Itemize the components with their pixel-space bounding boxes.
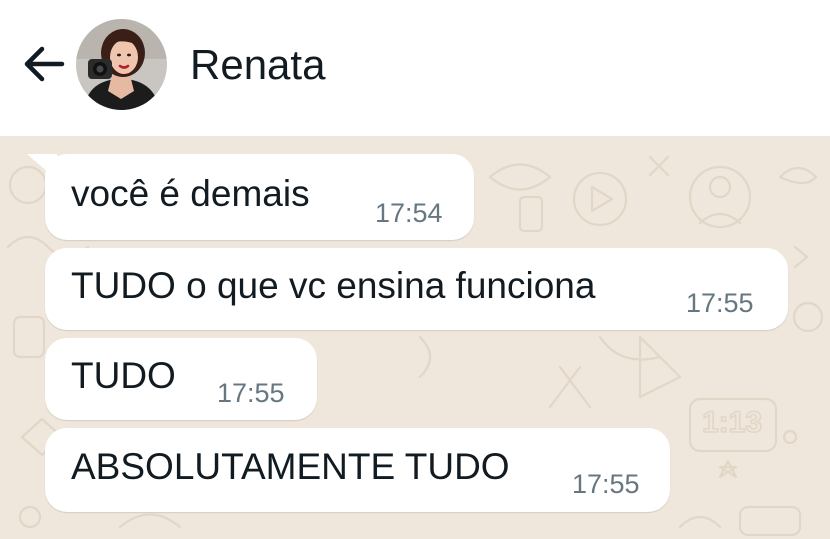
message-bubble[interactable]: ABSOLUTAMENTE TUDO 17:55 <box>45 428 670 512</box>
back-button[interactable] <box>18 38 70 90</box>
chat-area: 1:13 você é demais 17:54 TUDO o que vc e… <box>0 137 830 539</box>
message-time: 17:55 <box>686 288 754 318</box>
contact-name[interactable]: Renata <box>190 40 325 90</box>
svg-text:1:13: 1:13 <box>702 406 762 439</box>
message-time: 17:54 <box>375 198 443 228</box>
chat-header: Renata <box>0 0 830 137</box>
message-time: 17:55 <box>572 469 640 499</box>
message-text: TUDO <box>71 355 176 396</box>
message-bubble[interactable]: você é demais 17:54 <box>27 154 474 240</box>
avatar[interactable] <box>76 19 167 110</box>
message-text: ABSOLUTAMENTE TUDO <box>71 446 510 487</box>
arrow-left-icon <box>24 46 65 82</box>
message-text: você é demais <box>71 173 310 214</box>
bubble-tail <box>27 154 57 180</box>
message-time: 17:55 <box>217 378 285 408</box>
message-bubble[interactable]: TUDO o que vc ensina funciona 17:55 <box>45 248 788 330</box>
chat-screen: Renata 1:13 você é demais 17:54 TUDO o q… <box>0 0 830 539</box>
message-text: TUDO o que vc ensina funciona <box>71 265 596 306</box>
message-bubble[interactable]: TUDO 17:55 <box>45 338 317 420</box>
